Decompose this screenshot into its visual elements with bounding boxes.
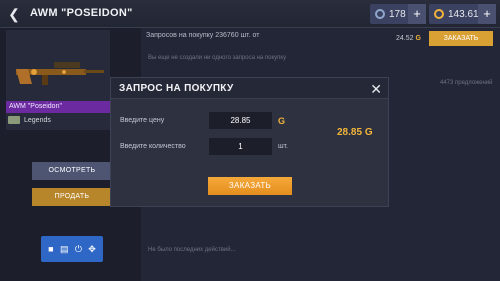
quantity-input[interactable]: 1: [209, 138, 272, 155]
dialog-title: ЗАПРОС НА ПОКУПКУ: [119, 83, 234, 94]
dialog-header: ЗАПРОС НА ПОКУПКУ ✕: [111, 78, 388, 99]
total-price-value: 28.85: [337, 127, 363, 138]
gold-coin-icon: G: [278, 116, 286, 126]
total-price: 28.85 G: [337, 127, 373, 138]
purchase-request-dialog: ЗАПРОС НА ПОКУПКУ ✕ Введите цену 28.85 G…: [110, 77, 389, 207]
quantity-unit: шт.: [278, 143, 288, 150]
close-icon[interactable]: ✕: [370, 81, 382, 98]
price-input[interactable]: 28.85: [209, 112, 272, 129]
gold-coin-icon: G: [364, 127, 373, 138]
order-button[interactable]: ЗАКАЗАТЬ: [208, 177, 292, 195]
quantity-label: Введите количество: [120, 143, 186, 150]
price-label: Введите цену: [120, 117, 165, 124]
